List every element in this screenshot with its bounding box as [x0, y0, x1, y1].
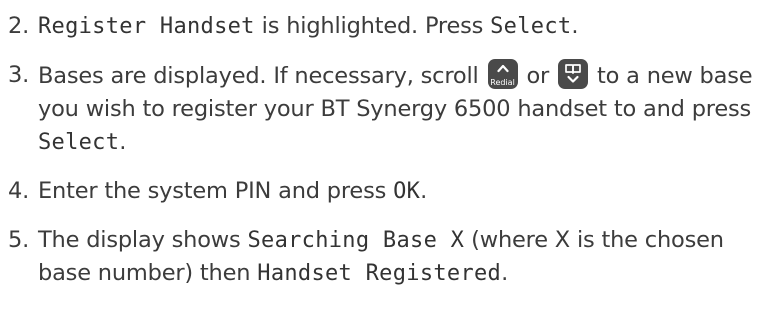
- step-text: Bases are displayed. If necessary, scrol…: [38, 59, 776, 159]
- step-5: 5. The display shows Searching Base X (w…: [8, 224, 776, 290]
- instruction-steps: 2. Register Handset is highlighted. Pres…: [8, 10, 776, 306]
- lcd-text-register-handset: Register Handset: [38, 14, 255, 39]
- redial-key-label: Redial: [490, 78, 515, 87]
- step-number: 4.: [8, 178, 30, 204]
- step-text: Enter the system PIN and press OK.: [38, 178, 428, 204]
- lcd-text-handset-registered: Handset Registered: [257, 261, 502, 286]
- lcd-text-select: Select: [38, 130, 120, 155]
- step-2: 2. Register Handset is highlighted. Pres…: [8, 10, 776, 43]
- step-4: 4. Enter the system PIN and press OK.: [8, 175, 776, 208]
- step-text: The display shows Searching Base X (wher…: [38, 227, 724, 286]
- book-icon: [565, 64, 581, 83]
- step-number: 2.: [8, 13, 30, 39]
- lcd-text-select: Select: [490, 14, 572, 39]
- step-text: Register Handset is highlighted. Press S…: [38, 13, 579, 39]
- redial-up-arrow-icon: Redial: [487, 59, 518, 89]
- step-number: 3.: [8, 62, 30, 88]
- phonebook-down-arrow-icon: [558, 59, 589, 89]
- chevron-up-icon: [496, 64, 509, 73]
- step-number: 5.: [8, 227, 30, 253]
- step-3: 3. Bases are displayed. If necessary, sc…: [8, 59, 776, 159]
- lcd-text-ok: OK: [393, 179, 421, 204]
- lcd-text-searching-base: Searching Base X: [247, 228, 465, 253]
